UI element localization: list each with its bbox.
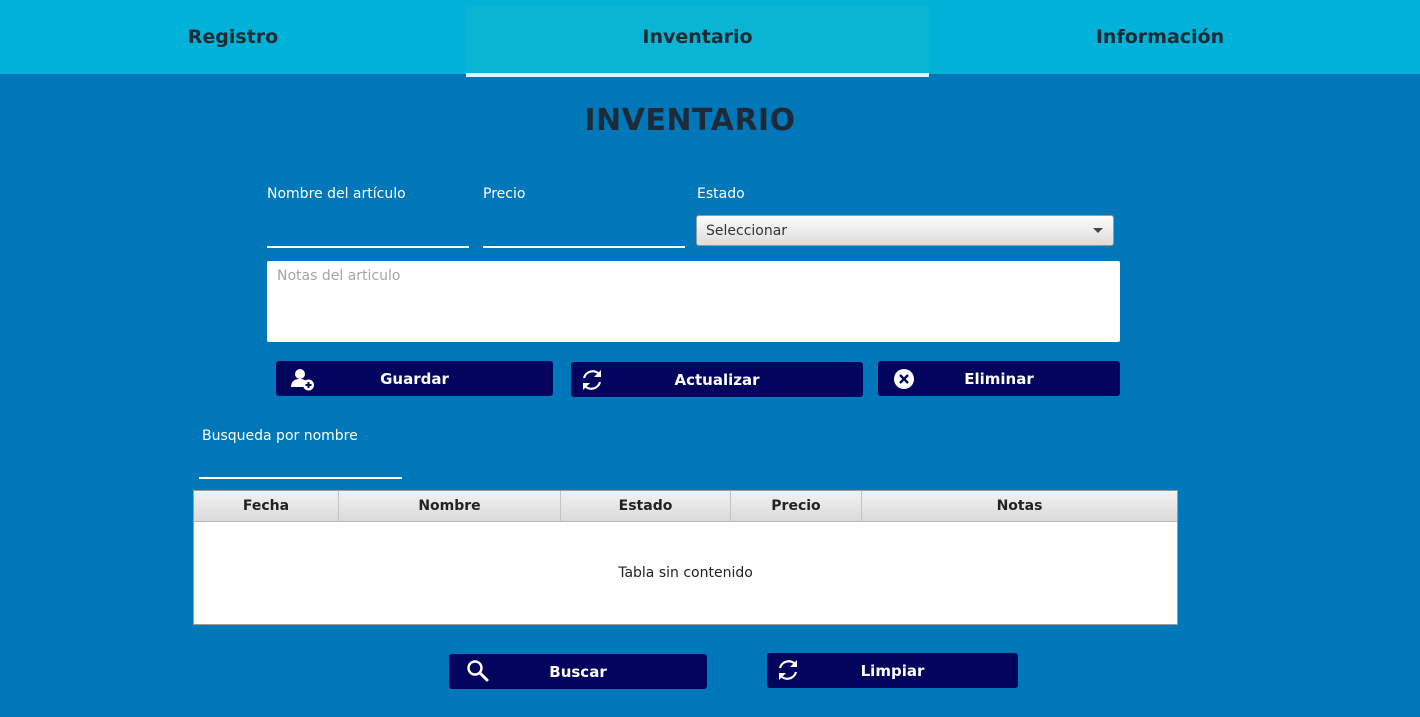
state-selected-value: Seleccionar	[706, 222, 788, 239]
column-nombre[interactable]: Nombre	[339, 491, 561, 521]
table-empty-message: Tabla sin contenido	[618, 565, 753, 581]
item-name-label: Nombre del artículo	[267, 186, 406, 202]
item-name-field[interactable]	[267, 215, 469, 248]
column-precio[interactable]: Precio	[731, 491, 862, 521]
state-select[interactable]: Seleccionar	[696, 215, 1114, 246]
refresh-icon	[778, 660, 798, 680]
save-button[interactable]: Guardar	[276, 361, 553, 396]
column-fecha[interactable]: Fecha	[194, 491, 339, 521]
column-estado[interactable]: Estado	[561, 491, 731, 521]
clear-button-label: Limpiar	[860, 661, 925, 680]
search-underline	[199, 477, 402, 479]
state-label: Estado	[697, 186, 745, 202]
tab-bar: Registro Inventario Información	[0, 0, 1420, 77]
search-icon	[467, 660, 489, 682]
refresh-icon	[582, 370, 602, 390]
tab-informacion[interactable]: Información	[929, 0, 1391, 74]
search-button-label: Buscar	[549, 662, 607, 681]
chevron-down-icon	[1093, 228, 1103, 233]
search-input[interactable]	[199, 450, 402, 481]
notes-textarea[interactable]: Notas del articulo	[267, 261, 1120, 342]
close-circle-icon	[894, 369, 914, 389]
price-underline	[483, 246, 685, 248]
add-user-icon	[291, 369, 314, 391]
column-notas[interactable]: Notas	[862, 491, 1177, 521]
table-header: Fecha Nombre Estado Precio Notas	[194, 491, 1177, 522]
search-button[interactable]: Buscar	[449, 654, 707, 689]
delete-label: Eliminar	[964, 369, 1034, 388]
item-name-underline	[267, 246, 469, 248]
clear-button[interactable]: Limpiar	[767, 653, 1018, 688]
tab-registro[interactable]: Registro	[0, 0, 466, 74]
page-title: INVENTARIO	[584, 103, 796, 138]
inventory-table[interactable]: Fecha Nombre Estado Precio Notas Tabla s…	[193, 490, 1178, 625]
search-label: Busqueda por nombre	[202, 428, 358, 444]
update-button[interactable]: Actualizar	[571, 362, 863, 397]
update-label: Actualizar	[674, 370, 760, 389]
tab-inventario[interactable]: Inventario	[466, 5, 929, 77]
delete-button[interactable]: Eliminar	[878, 361, 1120, 396]
notes-placeholder: Notas del articulo	[277, 268, 401, 284]
price-field[interactable]	[483, 215, 685, 248]
save-label: Guardar	[380, 369, 449, 388]
price-label: Precio	[483, 186, 526, 202]
